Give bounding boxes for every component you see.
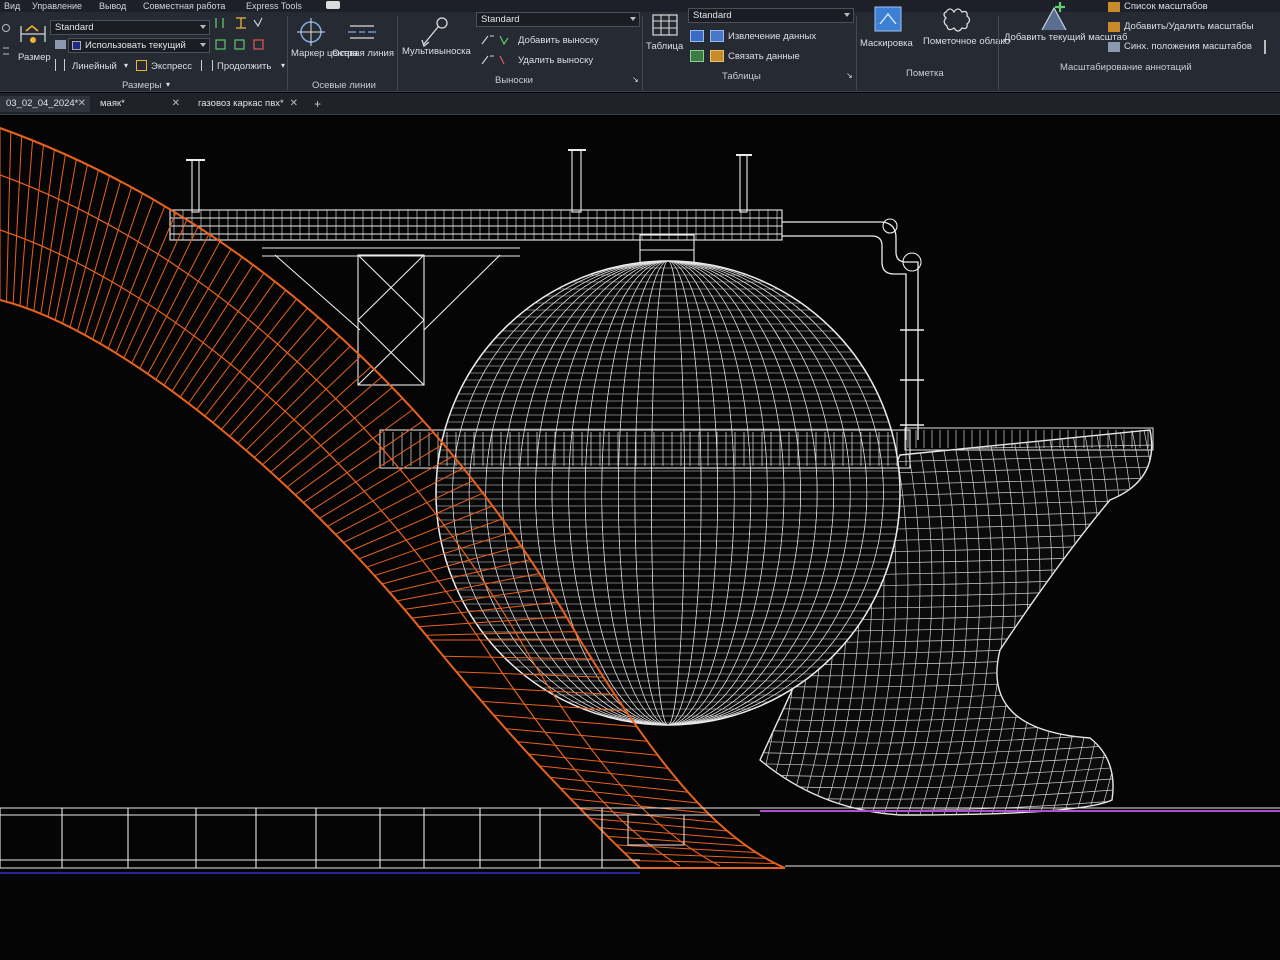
- panel-divider: [397, 16, 398, 90]
- add-leader-button[interactable]: Добавить выноску: [518, 35, 599, 46]
- table-icon[interactable]: [652, 14, 678, 38]
- close-icon[interactable]: ✕: [290, 96, 298, 112]
- center-mark-button[interactable]: Маркер центра: [291, 48, 358, 59]
- sync-scale-icon: [1108, 42, 1120, 52]
- tab-label: маяк*: [100, 98, 125, 109]
- add-current-scale-button[interactable]: Добавить текущий масштаб: [1004, 32, 1127, 43]
- chevron-down-icon: [200, 25, 206, 29]
- link-data-icon: [710, 50, 724, 62]
- center-line-button[interactable]: Осевая линия: [332, 48, 394, 59]
- scale-list-icon: [1108, 2, 1120, 12]
- link-small-icon: [690, 50, 704, 62]
- expand-arrow-icon[interactable]: ↘: [632, 74, 639, 85]
- document-tabs: 03_02_04_2024* ✕ маяк* ✕ газовоз каркас …: [0, 93, 1280, 115]
- size-button[interactable]: Размер: [18, 52, 51, 63]
- panel-title-annotation-scaling: Масштабирование аннотаций: [1060, 62, 1192, 73]
- tab-document-1[interactable]: 03_02_04_2024* ✕: [0, 96, 90, 112]
- menu-item-view[interactable]: Вид: [4, 0, 20, 12]
- dim-tools-grid[interactable]: [214, 16, 270, 56]
- continue-dim-icon: [201, 60, 213, 71]
- link-data-button[interactable]: Связать данные: [728, 51, 800, 62]
- close-icon[interactable]: ✕: [172, 96, 180, 112]
- panel-title-leaders: Выноски: [495, 75, 533, 86]
- center-mark-icon[interactable]: [297, 18, 325, 46]
- data-extract-small-icon: [690, 30, 704, 42]
- add-remove-scale-icon: [1108, 22, 1120, 32]
- revision-cloud-icon[interactable]: [942, 6, 972, 32]
- mask-button[interactable]: Маскировка: [860, 38, 913, 49]
- panel-divider: [642, 16, 643, 90]
- wireframe-drawing: [0, 127, 1280, 874]
- leader-style-value: Standard: [481, 14, 520, 25]
- table-style-select[interactable]: Standard: [688, 8, 854, 23]
- dim-style-value: Standard: [55, 22, 94, 33]
- tab-document-3[interactable]: газовоз каркас пвх* ✕: [192, 96, 302, 112]
- new-tab-plus-icon[interactable]: +: [314, 96, 321, 112]
- chevron-down-icon[interactable]: ▾: [124, 60, 128, 71]
- chevron-down-icon: [200, 43, 206, 47]
- ribbon: Размер Standard Использовать текущий Лин…: [0, 1, 1280, 92]
- tab-document-2[interactable]: маяк* ✕: [94, 96, 184, 112]
- panel-title-dimensions: Размеры: [122, 80, 162, 91]
- drawing-viewport[interactable]: [0, 116, 1280, 960]
- chevron-down-icon[interactable]: ▾: [281, 60, 285, 71]
- chevron-down-icon: [844, 13, 850, 17]
- extract-data-icon: [710, 30, 724, 42]
- sync-scale-positions-button[interactable]: Синх. положения масштабов: [1124, 41, 1252, 52]
- chevron-down-icon: [630, 17, 636, 21]
- center-line-icon[interactable]: [348, 22, 376, 42]
- camera-icon[interactable]: [326, 1, 340, 9]
- multileader-icon[interactable]: [420, 16, 450, 48]
- close-icon[interactable]: ✕: [78, 96, 86, 112]
- layer-stack-icon: [55, 40, 66, 49]
- revision-cloud-button[interactable]: Пометочное облако: [923, 36, 1010, 47]
- panel-title-centerlines: Осевые линии: [312, 80, 376, 91]
- chevron-down-icon[interactable]: ▾: [166, 79, 170, 90]
- remove-leader-button[interactable]: Удалить выноску: [518, 55, 593, 66]
- layer-color-swatch: [72, 41, 81, 50]
- mask-icon[interactable]: [874, 6, 902, 32]
- panel-divider: [998, 16, 999, 90]
- panel-divider: [287, 16, 288, 90]
- linear-dim-icon: [55, 59, 65, 71]
- panel-title-markup: Пометка: [906, 68, 944, 79]
- menu-item-output[interactable]: Вывод: [99, 0, 126, 12]
- extract-data-button[interactable]: Извлечение данных: [728, 31, 816, 42]
- panel-divider: [856, 16, 857, 90]
- ribbon-scroll-icon[interactable]: [1264, 40, 1272, 54]
- leader-tools-icon: [481, 35, 509, 65]
- dimension-icon[interactable]: [18, 22, 48, 48]
- continue-button[interactable]: Продолжить: [217, 61, 271, 72]
- express-button[interactable]: Экспресс: [151, 61, 192, 72]
- table-style-value: Standard: [693, 10, 732, 21]
- menu-item-express-tools[interactable]: Express Tools: [246, 0, 302, 12]
- tab-label: 03_02_04_2024*: [6, 98, 79, 109]
- scale-list-button[interactable]: Список масштабов: [1124, 1, 1208, 12]
- dim-layer-select[interactable]: Использовать текущий: [68, 38, 210, 53]
- tab-label: газовоз каркас пвх*: [198, 98, 284, 109]
- dim-style-select[interactable]: Standard: [50, 20, 210, 35]
- menu-item-collaborate[interactable]: Совместная работа: [143, 0, 225, 12]
- dim-layer-value: Использовать текущий: [85, 40, 186, 51]
- add-remove-scales-button[interactable]: Добавить/Удалить масштабы: [1124, 21, 1254, 32]
- table-button[interactable]: Таблица: [646, 41, 683, 52]
- add-current-scale-icon[interactable]: [1038, 0, 1070, 34]
- menu-bar: Вид Управление Вывод Совместная работа E…: [0, 0, 1280, 12]
- expand-arrow-icon[interactable]: ↘: [846, 70, 853, 81]
- multileader-button[interactable]: Мультивыноска: [402, 46, 471, 57]
- linear-button[interactable]: Линейный: [72, 61, 117, 72]
- menu-item-manage[interactable]: Управление: [32, 0, 82, 12]
- express-dim-icon: [136, 60, 147, 71]
- panel-title-tables: Таблицы: [722, 71, 761, 82]
- sphere-tank: [379, 260, 911, 726]
- base-frame: [0, 807, 1280, 874]
- left-tools-icon[interactable]: [2, 22, 12, 62]
- leader-style-select[interactable]: Standard: [476, 12, 640, 27]
